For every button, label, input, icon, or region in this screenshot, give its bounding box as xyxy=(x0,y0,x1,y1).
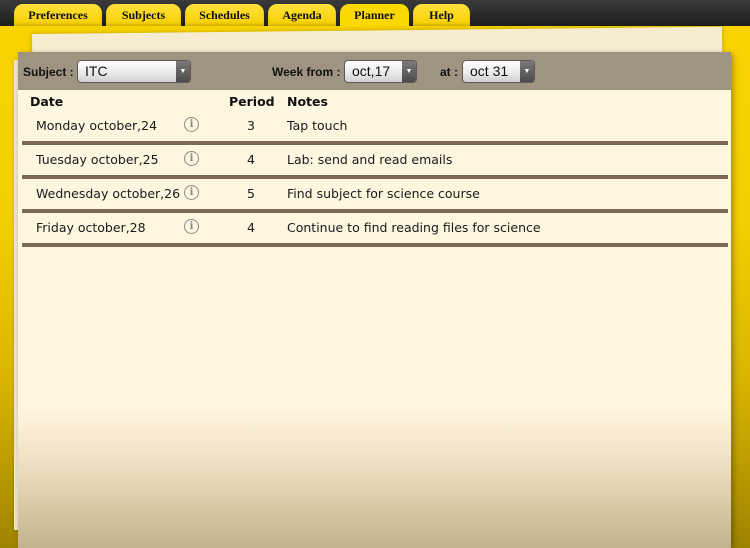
planner-panel: Subject : ITC ▼ Week from : oct,17 ▼ at … xyxy=(18,52,731,548)
table-row[interactable]: Wednesday october,26 i 5 Find subject fo… xyxy=(22,179,728,213)
row-notes: Continue to find reading files for scien… xyxy=(287,220,541,235)
subject-select-value: ITC xyxy=(85,63,108,79)
tab-subjects[interactable]: Subjects xyxy=(106,4,181,26)
chevron-down-icon: ▼ xyxy=(402,61,416,82)
at-select-value: oct 31 xyxy=(470,63,509,79)
row-period: 3 xyxy=(247,118,255,133)
row-notes: Tap touch xyxy=(287,118,348,133)
row-date: Wednesday october,26 xyxy=(36,186,181,201)
week-from-select-value: oct,17 xyxy=(352,63,391,79)
row-date: Monday october,24 xyxy=(36,118,158,133)
subject-select[interactable]: ITC ▼ xyxy=(77,60,191,83)
chevron-down-icon: ▼ xyxy=(176,61,190,82)
row-period: 4 xyxy=(247,220,255,235)
info-icon[interactable]: i xyxy=(184,185,199,200)
tab-schedules[interactable]: Schedules xyxy=(185,4,264,26)
tab-help[interactable]: Help xyxy=(413,4,470,26)
at-select[interactable]: oct 31 ▼ xyxy=(462,60,535,83)
top-bar: Preferences Subjects Schedules Agenda Pl… xyxy=(0,0,750,26)
row-period: 5 xyxy=(247,186,255,201)
row-notes: Find subject for science course xyxy=(287,186,480,201)
row-divider xyxy=(22,243,728,247)
row-date: Friday october,28 xyxy=(36,220,146,235)
at-label: at : xyxy=(440,65,458,79)
tab-agenda[interactable]: Agenda xyxy=(268,4,336,26)
row-date: Tuesday october,25 xyxy=(36,152,159,167)
row-notes: Lab: send and read emails xyxy=(287,152,453,167)
tab-preferences[interactable]: Preferences xyxy=(14,4,102,26)
subject-label: Subject : xyxy=(23,65,74,79)
info-icon[interactable]: i xyxy=(184,219,199,234)
column-header-notes: Notes xyxy=(287,94,328,109)
table-row[interactable]: Monday october,24 i 3 Tap touch xyxy=(22,111,728,145)
row-period: 4 xyxy=(247,152,255,167)
chevron-down-icon: ▼ xyxy=(520,61,534,82)
column-header-date: Date xyxy=(30,94,64,109)
table-row[interactable]: Friday october,28 i 4 Continue to find r… xyxy=(22,213,728,247)
filter-toolbar: Subject : ITC ▼ Week from : oct,17 ▼ at … xyxy=(18,52,731,90)
column-header-period: Period xyxy=(229,94,275,109)
info-icon[interactable]: i xyxy=(184,151,199,166)
tab-bar: Preferences Subjects Schedules Agenda Pl… xyxy=(14,4,470,26)
week-from-select[interactable]: oct,17 ▼ xyxy=(344,60,417,83)
tab-planner[interactable]: Planner xyxy=(340,4,409,26)
table-row[interactable]: Tuesday october,25 i 4 Lab: send and rea… xyxy=(22,145,728,179)
info-icon[interactable]: i xyxy=(184,117,199,132)
week-from-label: Week from : xyxy=(272,65,341,79)
